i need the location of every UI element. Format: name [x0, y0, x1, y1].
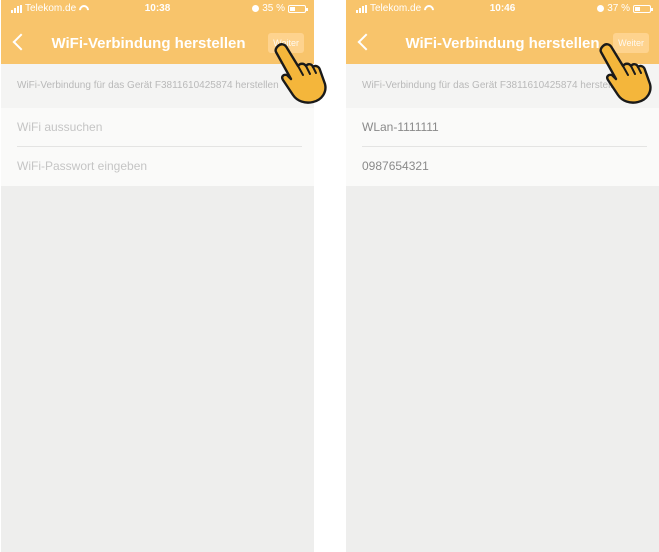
battery-percent: 37 % [607, 3, 630, 14]
page-title: WiFi-Verbindung herstellen [51, 35, 246, 52]
wifi-password-field[interactable]: 0987654321 [362, 147, 647, 185]
navigation-bar: WiFi-Verbindung herstellen Weiter [1, 26, 314, 62]
status-bar: Telekom.de 10:46 37 % [346, 0, 659, 18]
battery-icon [633, 4, 653, 13]
header-bar: Telekom.de 10:38 35 % WiFi-Verbindung he… [1, 0, 314, 64]
wifi-select-field[interactable]: WiFi aussuchen [17, 108, 302, 147]
battery-percent: 35 % [262, 3, 285, 14]
wifi-password-field[interactable]: WiFi-Passwort eingeben [17, 147, 302, 185]
status-bar: Telekom.de 10:38 35 % [1, 0, 314, 18]
device-info-text: WiFi-Verbindung für das Gerät F381161042… [1, 64, 314, 108]
alarm-icon [252, 5, 260, 12]
wifi-form: WLan-1111111 0987654321 [346, 108, 659, 186]
pointing-hand-icon [599, 43, 652, 104]
battery-icon [288, 4, 308, 13]
wifi-select-field[interactable]: WLan-1111111 [362, 108, 647, 147]
wifi-form: WiFi aussuchen WiFi-Passwort eingeben [1, 108, 314, 186]
phone-screen-left: Telekom.de 10:38 35 % WiFi-Verbindung he… [1, 0, 314, 552]
pointing-hand-icon [274, 43, 327, 104]
alarm-icon [597, 5, 605, 12]
